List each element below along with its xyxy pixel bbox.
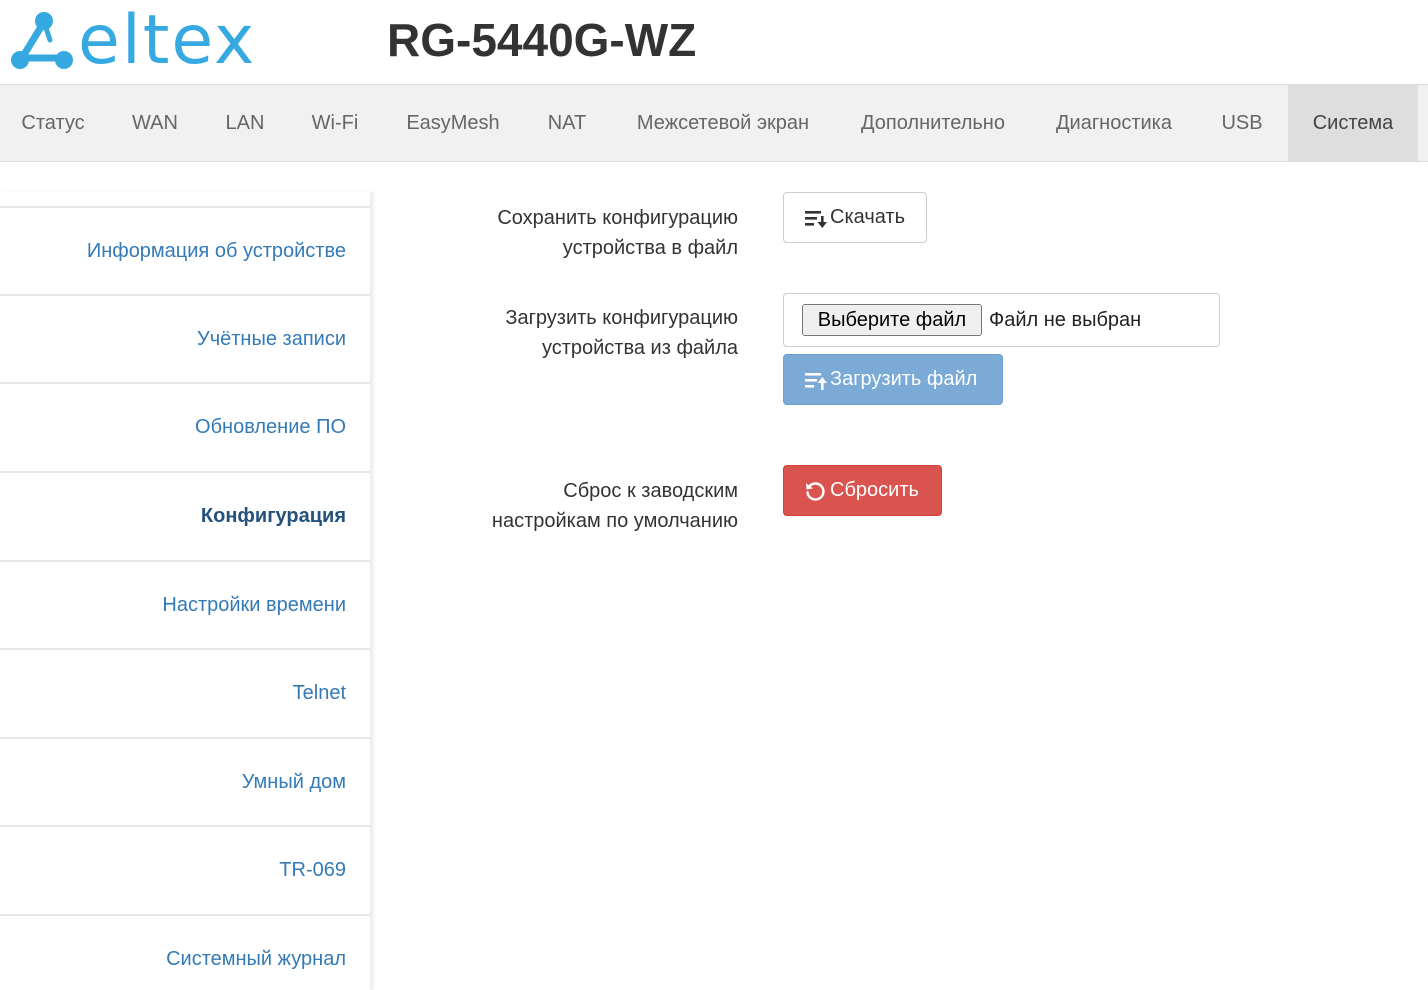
upload-config-label-line1: Загрузить конфигурацию	[505, 307, 738, 329]
reset-config-label-line1: Сброс к заводским	[563, 480, 738, 502]
main-nav: Статус WAN LAN Wi-Fi EasyMesh NAT Межсет…	[0, 84, 1428, 162]
reset-button[interactable]: Сбросить	[783, 465, 942, 516]
logo-text: eltex	[78, 1, 257, 80]
nav-diagnostics[interactable]: Диагностика	[1032, 85, 1196, 161]
sidebar-item-configuration[interactable]: Конфигурация	[0, 471, 370, 559]
sidebar-item-telnet[interactable]: Telnet	[0, 648, 370, 736]
nav-advanced[interactable]: Дополнительно	[834, 85, 1032, 161]
save-config-label-line1: Сохранить конфигурацию	[497, 207, 738, 229]
download-list-icon	[802, 205, 828, 231]
header: eltex RG-5440G-WZ	[0, 0, 1428, 84]
nav-lan[interactable]: LAN	[204, 85, 286, 161]
sidebar-item-firmware-update[interactable]: Обновление ПО	[0, 382, 370, 470]
file-status-text: Файл не выбран	[989, 309, 1142, 331]
nav-wan[interactable]: WAN	[106, 85, 204, 161]
nav-wifi[interactable]: Wi-Fi	[286, 85, 384, 161]
nav-status[interactable]: Статус	[0, 85, 106, 161]
save-config-label: Сохранить конфигурацию устройства в файл	[378, 203, 738, 263]
eltex-network-icon	[11, 12, 73, 69]
download-button-label: Скачать	[830, 206, 905, 228]
reset-button-label: Сбросить	[830, 479, 919, 501]
upload-list-icon	[802, 367, 828, 393]
upload-file-button-label: Загрузить файл	[830, 368, 978, 390]
nav-usb[interactable]: USB	[1196, 85, 1288, 161]
sidebar-item-tr069[interactable]: TR-069	[0, 825, 370, 913]
reset-config-label: Сброс к заводским настройкам по умолчани…	[378, 476, 738, 536]
device-model: RG-5440G-WZ	[387, 14, 697, 66]
nav-nat[interactable]: NAT	[522, 85, 612, 161]
sidebar-item-smart-home[interactable]: Умный дом	[0, 737, 370, 825]
nav-firewall[interactable]: Межсетевой экран	[612, 85, 834, 161]
file-input[interactable]: Выберите файл Файл не выбран	[783, 293, 1220, 347]
sidebar-item-accounts[interactable]: Учётные записи	[0, 294, 370, 382]
save-config-label-line2: устройства в файл	[562, 237, 738, 259]
nav-system[interactable]: Система	[1288, 85, 1418, 161]
reset-config-label-line2: настройкам по умолчанию	[491, 510, 738, 532]
choose-file-button[interactable]: Выберите файл	[802, 304, 982, 336]
nav-easymesh[interactable]: EasyMesh	[384, 85, 522, 161]
upload-file-button[interactable]: Загрузить файл	[783, 354, 1003, 405]
upload-config-label-line2: устройства из файла	[541, 337, 738, 359]
upload-config-label: Загрузить конфигурацию устройства из фай…	[378, 303, 738, 363]
sidebar-item-device-info[interactable]: Информация об устройстве	[0, 206, 370, 294]
eltex-logo[interactable]: eltex	[8, 1, 298, 80]
sidebar-item-syslog[interactable]: Системный журнал	[0, 914, 370, 990]
sidebar-item-time-settings[interactable]: Настройки времени	[0, 560, 370, 648]
sidebar: Информация об устройстве Учётные записи …	[0, 192, 372, 990]
download-button[interactable]: Скачать	[783, 192, 927, 243]
reset-icon	[802, 478, 828, 504]
